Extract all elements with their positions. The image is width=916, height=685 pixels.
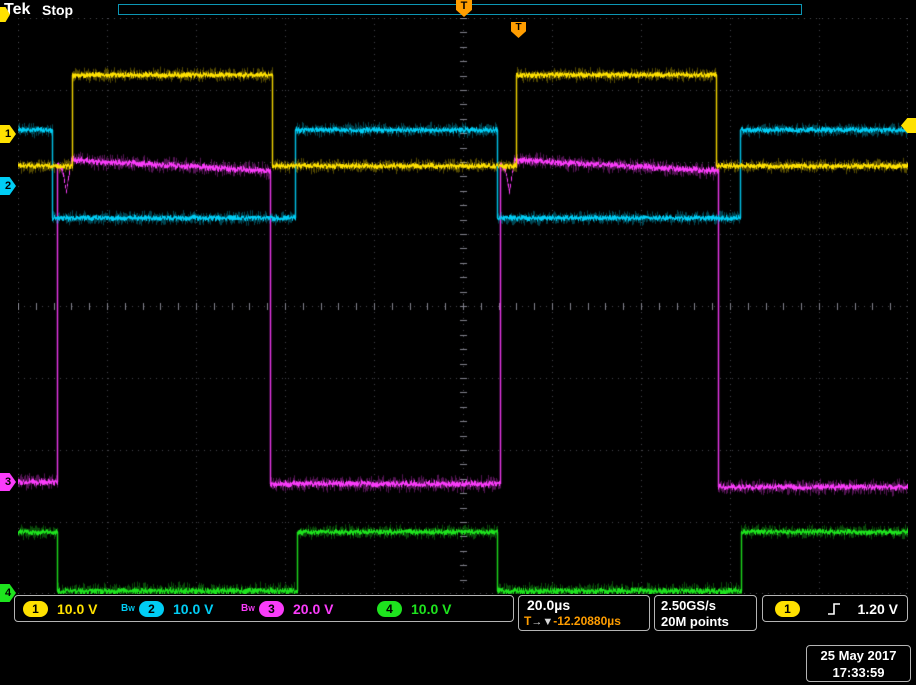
horizontal-readout-box[interactable]: 20.0µs T→▼-12.20880µs: [518, 595, 650, 631]
delay-arrow-icon: →▼: [531, 616, 553, 628]
rising-edge-icon: [827, 601, 843, 617]
sample-rate-readout: 2.50GS/s: [661, 598, 716, 613]
ch3-bandwidth-limit-icon: BW: [241, 603, 255, 614]
waveform-display: [18, 18, 908, 594]
ch1-badge[interactable]: 1: [23, 601, 48, 617]
ch2-scale-readout: 10.0 V: [173, 601, 213, 617]
timebase-scale-readout: 20.0µs: [527, 597, 570, 613]
datetime-box: 25 May 2017 17:33:59: [806, 645, 911, 682]
acquisition-readout-box[interactable]: 2.50GS/s 20M points: [654, 595, 757, 631]
delay-value: -12.20880µs: [553, 614, 621, 628]
time-readout: 17:33:59: [807, 665, 910, 680]
trigger-source-badge[interactable]: 1: [775, 601, 800, 617]
record-length-readout: 20M points: [661, 614, 729, 629]
trigger-readout-box[interactable]: 1 1.20 V: [762, 595, 908, 622]
ch2-position-marker[interactable]: 2: [0, 177, 16, 195]
ch3-position-marker[interactable]: 3: [0, 473, 16, 491]
ch1-position-marker[interactable]: 1: [0, 125, 16, 143]
ch2-bandwidth-limit-icon: BW: [121, 603, 135, 614]
trigger-level-readout: 1.20 V: [858, 601, 898, 617]
ch2-badge[interactable]: 2: [139, 601, 164, 617]
date-readout: 25 May 2017: [807, 648, 910, 663]
ch3-badge[interactable]: 3: [259, 601, 284, 617]
acquisition-status: Stop: [42, 2, 73, 18]
ch1-scale-readout: 10.0 V: [57, 601, 97, 617]
channel-readouts-box: 1 10.0 V BW 2 10.0 V BW 3 20.0 V 4 10.0 …: [14, 595, 514, 622]
ch4-badge[interactable]: 4: [377, 601, 402, 617]
ch3-scale-readout: 20.0 V: [293, 601, 333, 617]
trigger-delay-readout: T→▼-12.20880µs: [524, 614, 621, 628]
oscilloscope-screen: Tek Stop T T 1 2 3 4 1 10.0 V BW 2 10.0 …: [0, 0, 916, 685]
ch4-scale-readout: 10.0 V: [411, 601, 451, 617]
